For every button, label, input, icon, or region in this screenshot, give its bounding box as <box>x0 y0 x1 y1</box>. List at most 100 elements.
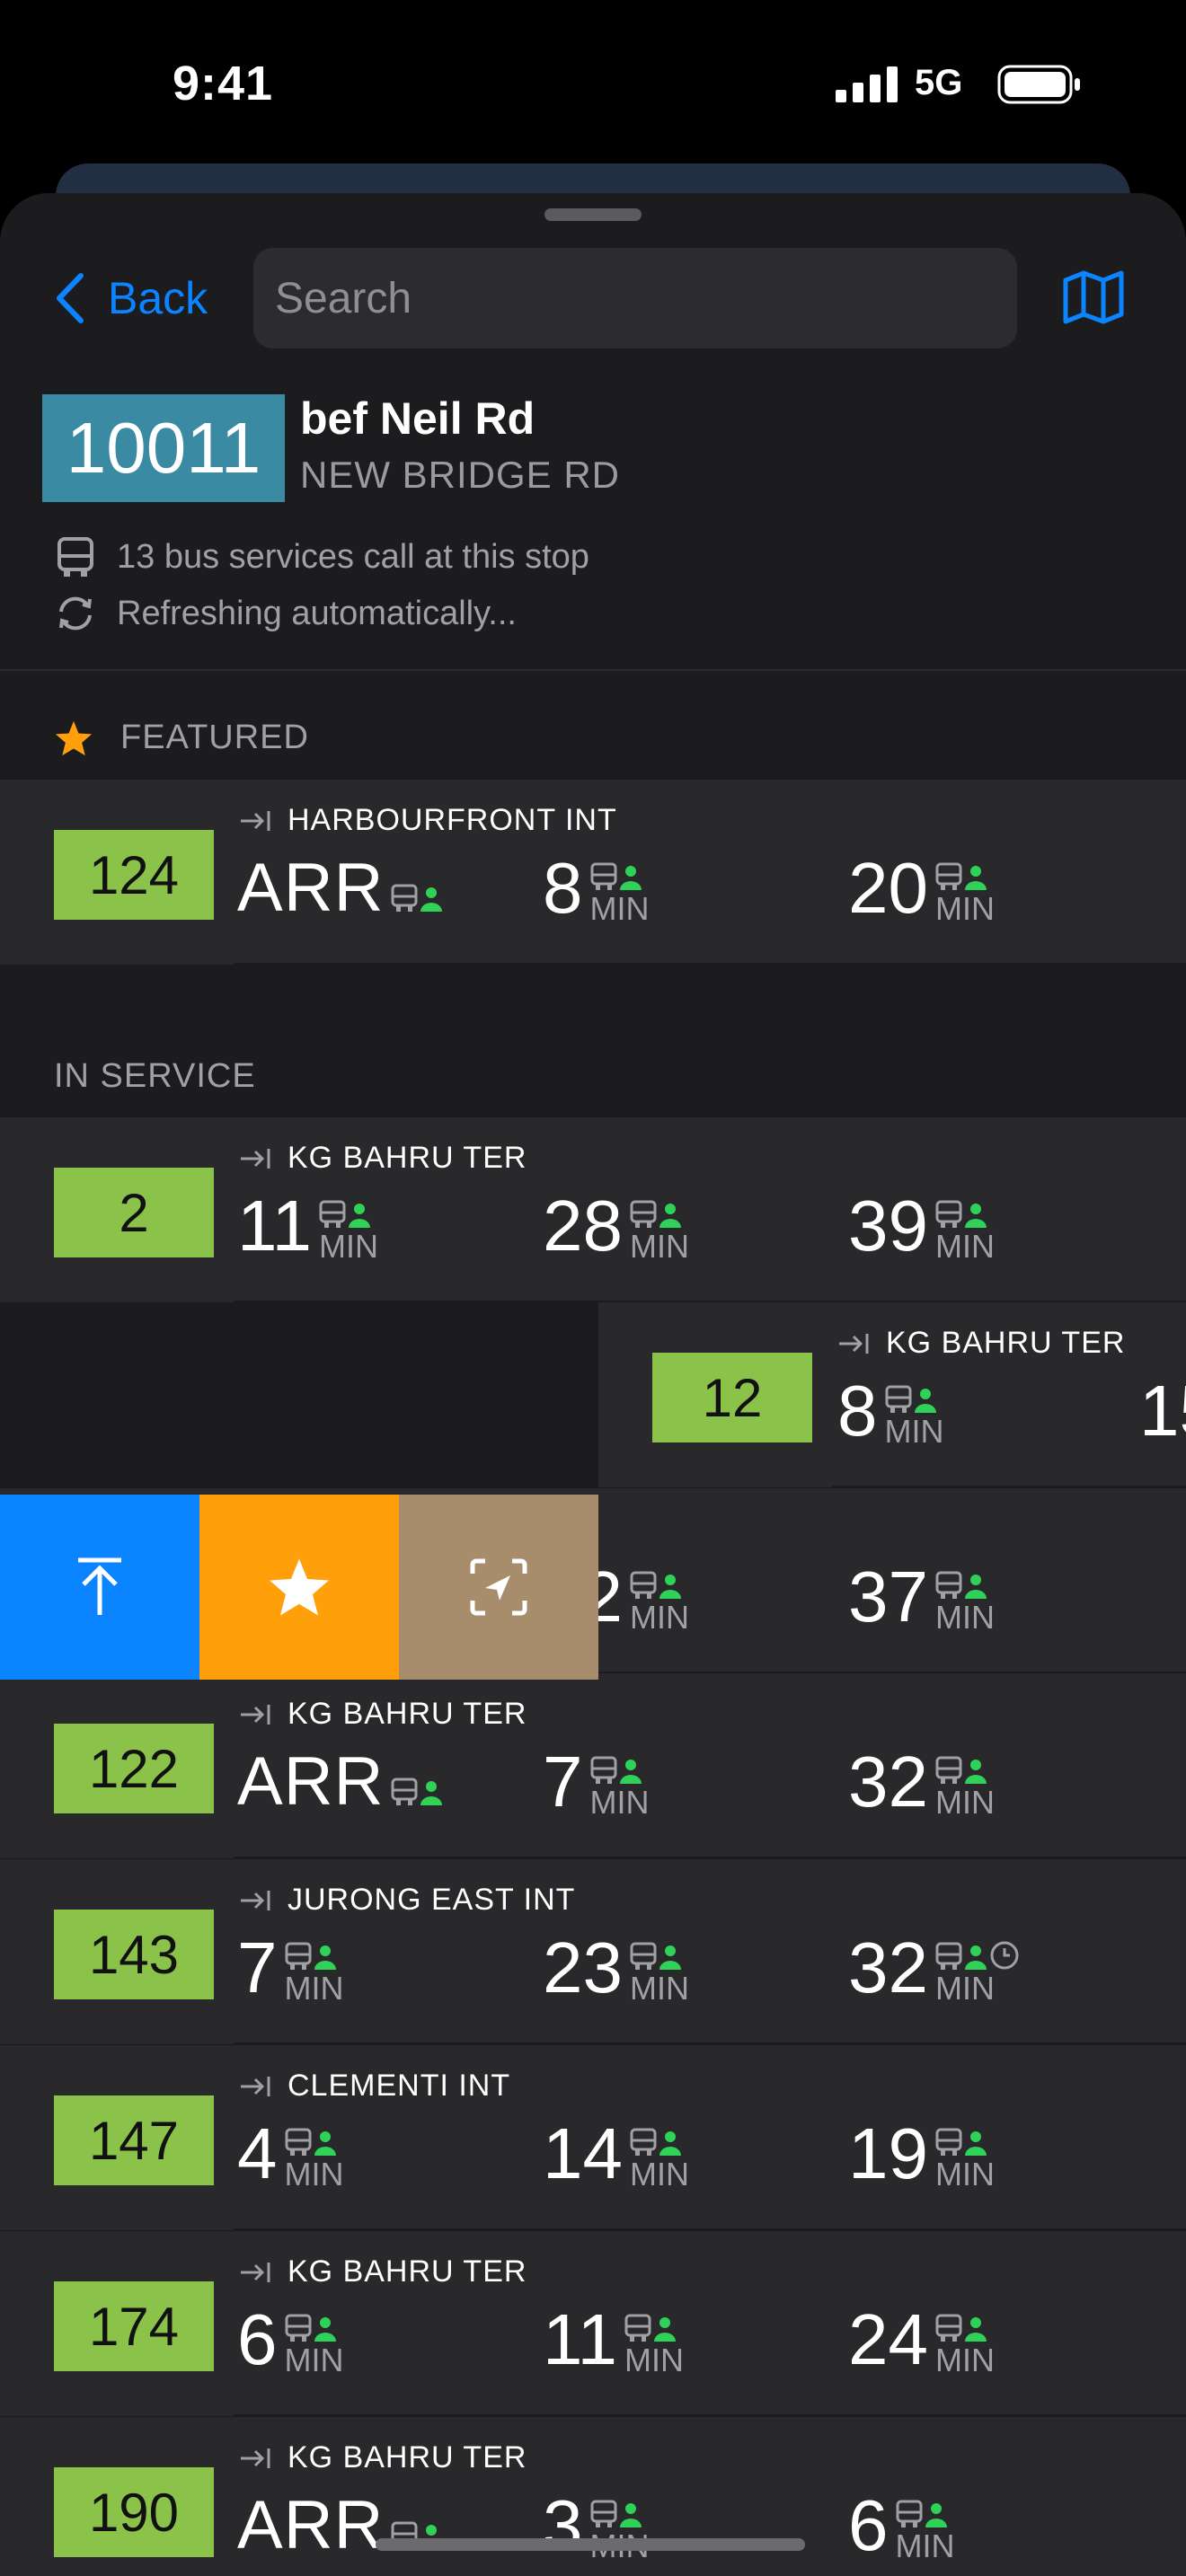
seats-available-icon <box>964 2317 987 2342</box>
bus-icon <box>935 1571 962 1599</box>
bus-service-row[interactable]: 122 KG BAHRU TER ARR 7 MIN 32 MIN <box>0 1673 1186 1858</box>
service-number-badge[interactable]: 2 <box>54 1168 214 1257</box>
service-number-badge[interactable]: 12 <box>652 1353 812 1442</box>
seats-available-icon <box>659 2131 681 2156</box>
bus-service-row[interactable]: 147 CLEMENTI INT 4 MIN 14 MIN 19 MIN <box>0 2045 1186 2230</box>
arrival-time-3: 20 MIN <box>848 848 995 929</box>
arrival-unit: MIN <box>629 1599 689 1636</box>
arrival-value: 6 <box>848 2485 889 2565</box>
arrival-unit: MIN <box>624 2342 685 2378</box>
service-number-badge[interactable]: 174 <box>54 2281 214 2371</box>
arrival-value: 32 <box>848 1928 928 2007</box>
bus-icon <box>590 862 616 890</box>
arrival-time-1: 11 MIN <box>237 1186 378 1266</box>
seats-available-icon <box>964 2131 987 2156</box>
arrival-unit: MIN <box>934 1599 995 1636</box>
arrival-value: 28 <box>543 1186 623 1266</box>
bus-icon <box>285 2314 311 2342</box>
destination-arrow-icon <box>241 1148 270 1169</box>
arrival-time-2: 11 MIN <box>543 2299 684 2380</box>
destination-arrow-icon <box>241 1704 270 1725</box>
arrival-time-1: 7 MIN <box>237 1928 344 2008</box>
map-button[interactable] <box>1062 269 1125 330</box>
in-service-label: IN SERVICE <box>54 1057 256 1095</box>
refresh-info-text: Refreshing automatically... <box>117 594 517 632</box>
pin-to-top-button[interactable] <box>0 1495 199 1680</box>
arrival-time-1: 6 MIN <box>237 2299 344 2380</box>
destination-label: JURONG EAST INT <box>288 1883 576 1917</box>
map-icon <box>1063 270 1124 324</box>
locate-icon <box>470 1558 527 1616</box>
arrival-value: 8 <box>543 848 583 928</box>
arrival-time-2: 23 MIN <box>543 1928 689 2008</box>
service-number-badge[interactable]: 143 <box>54 1910 214 1999</box>
service-number-badge[interactable]: 147 <box>54 2095 214 2185</box>
arrival-time-1: ARR <box>237 848 445 929</box>
bus-icon <box>285 1942 311 1970</box>
destination: HARBOURFRONT INT <box>239 803 617 838</box>
search-input[interactable] <box>253 248 1017 348</box>
destination-label: KG BAHRU TER <box>288 1697 527 1731</box>
row-divider <box>234 2228 1186 2230</box>
arrival-value: 20 <box>848 848 928 928</box>
bus-service-row[interactable]: 12KG BAHRU TER8MIN15 <box>598 1302 1186 1487</box>
arrival-unit: MIN <box>629 1970 689 2007</box>
bus-icon <box>935 2314 962 2342</box>
arrival-value: 19 <box>848 2113 928 2193</box>
arrival-unit: MIN <box>934 1228 995 1265</box>
bus-icon <box>590 2500 616 2527</box>
seats-available-icon <box>420 1781 443 1805</box>
star-icon <box>270 1558 329 1616</box>
back-button[interactable]: Back <box>54 267 208 330</box>
seats-available-icon <box>314 2131 336 2156</box>
arrival-value: 24 <box>848 2299 928 2379</box>
arrival-value: 11 <box>543 2299 618 2379</box>
destination-arrow-icon <box>241 810 270 831</box>
destination-arrow-icon <box>241 1890 270 1910</box>
arrival-value: 7 <box>543 1742 583 1822</box>
bus-icon <box>630 1200 657 1228</box>
bus-icon <box>58 537 93 577</box>
status-bar: 9:41 5G <box>0 0 1186 171</box>
bus-service-row[interactable]: 2 KG BAHRU TER 11 MIN 28 MIN 39 MIN <box>0 1117 1186 1302</box>
row-divider <box>234 2414 1186 2416</box>
favourite-button[interactable] <box>199 1495 399 1680</box>
service-number-badge[interactable]: 190 <box>54 2467 214 2557</box>
seats-available-icon <box>314 2317 336 2342</box>
row-divider <box>234 2042 1186 2044</box>
row-divider <box>234 963 1186 965</box>
home-indicator[interactable] <box>376 2538 805 2551</box>
service-number-badge[interactable]: 122 <box>54 1724 214 1813</box>
back-label: Back <box>108 273 208 323</box>
seats-available-icon <box>659 1204 681 1228</box>
bus-service-row[interactable]: 143 JURONG EAST INT 7 MIN 23 MIN 32 MIN <box>0 1859 1186 2044</box>
bus-icon <box>624 2314 651 2342</box>
bus-service-row[interactable]: 174 KG BAHRU TER 6 MIN 11 MIN 24 MIN <box>0 2231 1186 2416</box>
locate-button[interactable] <box>399 1495 598 1680</box>
arrival-time-2: 28 MIN <box>543 1186 689 1266</box>
arrival-time-1: 8 MIN <box>837 1371 944 1451</box>
arrival-value: 8 <box>837 1371 878 1451</box>
arrival-value: 4 <box>237 2113 278 2193</box>
seats-available-icon <box>314 1945 336 1970</box>
destination-arrow-icon <box>241 2262 270 2282</box>
sheet-grabber[interactable] <box>544 208 642 221</box>
destination-label: KG BAHRU TER <box>288 2440 527 2475</box>
bus-icon <box>935 1200 962 1228</box>
bus-service-row[interactable]: 190KG BAHRU TERARR3MIN6MIN <box>0 2417 1186 2576</box>
arrival-value: 6 <box>237 2299 278 2379</box>
bus-service-row[interactable]: 124 HARBOURFRONT INT ARR 8 MIN 20 MIN <box>0 780 1186 965</box>
seats-available-icon <box>654 2317 677 2342</box>
search-field[interactable] <box>253 248 1017 348</box>
seats-available-icon <box>964 1760 987 1784</box>
arrival-unit: MIN <box>934 890 995 927</box>
seats-available-icon <box>619 2503 642 2527</box>
arrival-value: 23 <box>543 1928 623 2007</box>
in-service-header: IN SERVICE <box>54 1057 256 1096</box>
services-info-text: 13 bus services call at this stop <box>117 537 589 576</box>
service-number-badge[interactable]: 124 <box>54 830 214 920</box>
destination: CLEMENTI INT <box>239 2069 510 2104</box>
bus-icon <box>935 2128 962 2156</box>
stop-road: NEW BRIDGE RD <box>300 454 621 496</box>
swipe-actions <box>0 1495 598 1680</box>
